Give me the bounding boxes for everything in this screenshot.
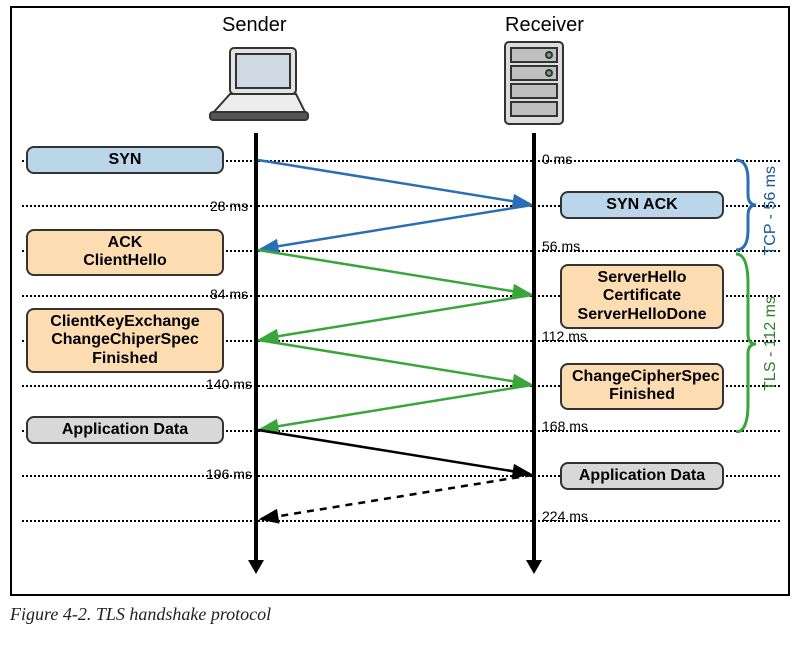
msg-serverhello: ServerHello Certificate ServerHelloDone	[560, 264, 724, 329]
phase-tcp-label: TCP - 56 ms	[762, 166, 780, 256]
msg-syn: SYN	[26, 146, 224, 174]
diagram-frame: Sender Receiver SYN ACK Clien	[10, 6, 790, 596]
time-label: 168 ms	[542, 418, 588, 434]
time-label: 140 ms	[206, 376, 252, 392]
phase-tls-label: TLS - 112 ms	[762, 296, 780, 391]
server-icon	[499, 36, 569, 131]
chevron-down-icon	[526, 560, 542, 574]
msg-clientkex: ClientKeyExchange ChangeChiperSpec Finis…	[26, 308, 224, 373]
receiver-lifeline	[532, 133, 536, 563]
time-label: 0 ms	[542, 151, 572, 167]
divider	[22, 520, 780, 522]
sender-heading: Sender	[222, 14, 287, 37]
figure-caption: Figure 4-2. TLS handshake protocol	[10, 604, 790, 625]
time-label: 28 ms	[210, 198, 248, 214]
time-label: 224 ms	[542, 508, 588, 524]
msg-synack: SYN ACK	[560, 191, 724, 219]
time-label: 56 ms	[542, 238, 580, 254]
phase-braces	[730, 158, 760, 433]
msg-ack-clienthello: ACK ClientHello	[26, 229, 224, 276]
laptop-icon	[202, 42, 312, 127]
sender-lifeline	[254, 133, 258, 563]
time-label: 196 ms	[206, 466, 252, 482]
time-label: 112 ms	[542, 328, 587, 344]
msg-appdata-server: Application Data	[560, 462, 724, 490]
msg-changecipher: ChangeCipherSpec Finished	[560, 363, 724, 410]
time-label: 84 ms	[210, 286, 248, 302]
msg-appdata-client: Application Data	[26, 416, 224, 444]
chevron-down-icon	[248, 560, 264, 574]
receiver-heading: Receiver	[505, 14, 584, 37]
